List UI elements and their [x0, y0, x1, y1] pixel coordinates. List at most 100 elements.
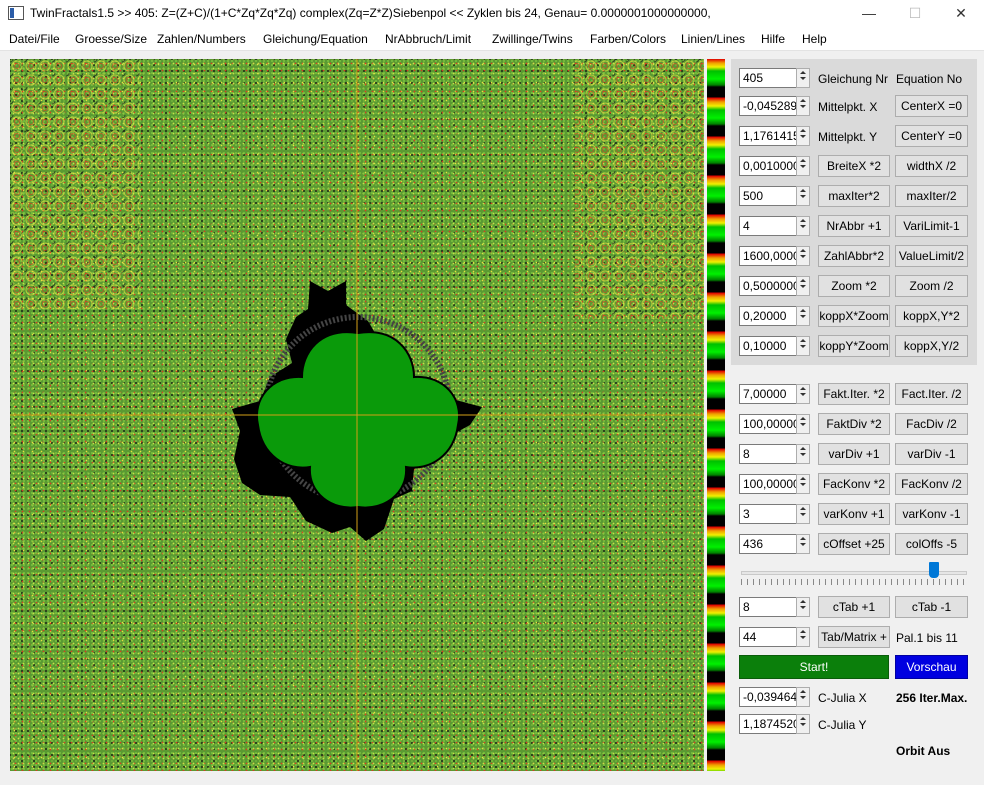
- color-offset-slider-ticks: [741, 579, 967, 585]
- julia-x-input[interactable]: -0,0394649: [739, 687, 797, 707]
- menu-bar: Datei/File Groesse/Size Zahlen/Numbers G…: [0, 28, 984, 51]
- window-title: TwinFractals1.5 >> 405: Z=(Z+C)/(1+C*Zq*…: [30, 6, 711, 20]
- swirl-region-top-left: [10, 59, 140, 309]
- col-offs-dec-button[interactable]: colOffs -5: [895, 533, 968, 555]
- tab-matrix-inc-button[interactable]: Tab/Matrix +: [818, 626, 890, 648]
- color-offset-slider-thumb[interactable]: [928, 562, 939, 578]
- c-tab-spinner[interactable]: [796, 597, 810, 617]
- center-x-reset-button[interactable]: CenterX =0: [895, 95, 968, 117]
- c-offset-input[interactable]: 436: [739, 534, 797, 554]
- kopp-y-spinner[interactable]: [796, 336, 810, 356]
- kopp-xy-double-button[interactable]: koppX,Y*2: [895, 305, 968, 327]
- max-iter-double-button[interactable]: maxIter*2: [818, 185, 890, 207]
- kopp-y-input[interactable]: 0,10000: [739, 336, 797, 356]
- maximize-button[interactable]: ☐: [892, 0, 938, 28]
- swirl-region-top-right: [575, 59, 704, 319]
- preview-button[interactable]: Vorschau: [895, 655, 968, 679]
- menu-numbers[interactable]: Zahlen/Numbers: [157, 32, 246, 46]
- menu-equation[interactable]: Gleichung/Equation: [263, 32, 368, 46]
- fac-konv-spinner[interactable]: [796, 474, 810, 494]
- c-tab-inc-button[interactable]: cTab +1: [818, 596, 890, 618]
- nr-abbr-input[interactable]: 4: [739, 216, 797, 236]
- tab-matrix-input[interactable]: 44: [739, 627, 797, 647]
- fact-iter-half-button[interactable]: Fact.Iter. /2: [895, 383, 968, 405]
- var-konv-input[interactable]: 3: [739, 504, 797, 524]
- width-half-button[interactable]: widthX /2: [895, 155, 968, 177]
- vari-limit-dec-button[interactable]: VariLimit-1: [895, 215, 968, 237]
- c-offset-spinner[interactable]: [796, 534, 810, 554]
- equation-number-input[interactable]: 405: [739, 68, 797, 88]
- nr-abbr-spinner[interactable]: [796, 216, 810, 236]
- menu-help[interactable]: Help: [802, 32, 827, 46]
- kopp-xy-half-button[interactable]: koppX,Y/2: [895, 335, 968, 357]
- c-tab-input[interactable]: 8: [739, 597, 797, 617]
- value-limit-half-button[interactable]: ValueLimit/2: [895, 245, 968, 267]
- tab-matrix-spinner[interactable]: [796, 627, 810, 647]
- var-konv-inc-button[interactable]: varKonv +1: [818, 503, 890, 525]
- title-bar: TwinFractals1.5 >> 405: Z=(Z+C)/(1+C*Zq*…: [0, 0, 984, 28]
- fakt-div-input[interactable]: 100,00000: [739, 414, 797, 434]
- fakt-iter-spinner[interactable]: [796, 384, 810, 404]
- fakt-iter-input[interactable]: 7,00000: [739, 384, 797, 404]
- width-double-button[interactable]: BreiteX *2: [818, 155, 890, 177]
- fac-konv-double-button[interactable]: FacKonv *2: [818, 473, 890, 495]
- menu-size[interactable]: Groesse/Size: [75, 32, 147, 46]
- zoom-spinner[interactable]: [796, 276, 810, 296]
- kopp-x-spinner[interactable]: [796, 306, 810, 326]
- center-y-reset-button[interactable]: CenterY =0: [895, 125, 968, 147]
- kopp-x-input[interactable]: 0,20000: [739, 306, 797, 326]
- center-y-spinner[interactable]: [796, 126, 810, 146]
- equation-spinner[interactable]: [796, 68, 810, 88]
- minimize-button[interactable]: —: [846, 0, 892, 28]
- zahl-abbr-double-button[interactable]: ZahlAbbr*2: [818, 245, 890, 267]
- fakt-div-spinner[interactable]: [796, 414, 810, 434]
- menu-colors[interactable]: Farben/Colors: [590, 32, 666, 46]
- nr-abbr-inc-button[interactable]: NrAbbr +1: [818, 215, 890, 237]
- center-x-spinner[interactable]: [796, 96, 810, 116]
- menu-hilfe[interactable]: Hilfe: [761, 32, 785, 46]
- menu-twins[interactable]: Zwillinge/Twins: [492, 32, 573, 46]
- center-y-input[interactable]: 1,1761415(: [739, 126, 797, 146]
- zoom-double-button[interactable]: Zoom *2: [818, 275, 890, 297]
- c-tab-dec-button[interactable]: cTab -1: [895, 596, 968, 618]
- julia-y-input[interactable]: 1,1874520: [739, 714, 797, 734]
- var-div-inc-button[interactable]: varDiv +1: [818, 443, 890, 465]
- color-palette-strip: [707, 59, 725, 771]
- var-div-spinner[interactable]: [796, 444, 810, 464]
- fac-div-half-button[interactable]: FacDiv /2: [895, 413, 968, 435]
- max-iter-spinner[interactable]: [796, 186, 810, 206]
- kopp-x-zoom-button[interactable]: koppX*Zoom: [818, 305, 890, 327]
- fakt-div-double-button[interactable]: FaktDiv *2: [818, 413, 890, 435]
- var-konv-spinner[interactable]: [796, 504, 810, 524]
- julia-x-spinner[interactable]: [796, 687, 810, 707]
- palette-range-label: Pal.1 bis 11: [896, 631, 958, 645]
- equation-label-en: Equation No: [896, 72, 963, 86]
- fractal-canvas[interactable]: [10, 59, 704, 771]
- var-div-dec-button[interactable]: varDiv -1: [895, 443, 968, 465]
- menu-file[interactable]: Datei/File: [9, 32, 60, 46]
- orbit-status: Orbit Aus: [896, 744, 951, 758]
- zahl-abbr-input[interactable]: 1600,0000: [739, 246, 797, 266]
- center-x-input[interactable]: -0,045289(: [739, 96, 797, 116]
- julia-y-label: C-Julia Y: [818, 718, 867, 732]
- var-div-input[interactable]: 8: [739, 444, 797, 464]
- kopp-y-zoom-button[interactable]: koppY*Zoom: [818, 335, 890, 357]
- width-input[interactable]: 0,0010000: [739, 156, 797, 176]
- start-button[interactable]: Start!: [739, 655, 889, 679]
- max-iter-half-button[interactable]: maxIter/2: [895, 185, 968, 207]
- c-offset-inc-button[interactable]: cOffset +25: [818, 533, 890, 555]
- julia-y-spinner[interactable]: [796, 714, 810, 734]
- var-konv-dec-button[interactable]: varKonv -1: [895, 503, 968, 525]
- width-spinner[interactable]: [796, 156, 810, 176]
- zoom-half-button[interactable]: Zoom /2: [895, 275, 968, 297]
- zoom-input[interactable]: 0,5000000: [739, 276, 797, 296]
- menu-limit[interactable]: NrAbbruch/Limit: [385, 32, 471, 46]
- julia-x-label: C-Julia X: [818, 691, 867, 705]
- menu-lines[interactable]: Linien/Lines: [681, 32, 745, 46]
- max-iter-input[interactable]: 500: [739, 186, 797, 206]
- zahl-abbr-spinner[interactable]: [796, 246, 810, 266]
- fakt-iter-double-button[interactable]: Fakt.Iter. *2: [818, 383, 890, 405]
- fac-konv-half-button[interactable]: FacKonv /2: [895, 473, 968, 495]
- fac-konv-input[interactable]: 100,00000: [739, 474, 797, 494]
- close-button[interactable]: ✕: [938, 0, 984, 28]
